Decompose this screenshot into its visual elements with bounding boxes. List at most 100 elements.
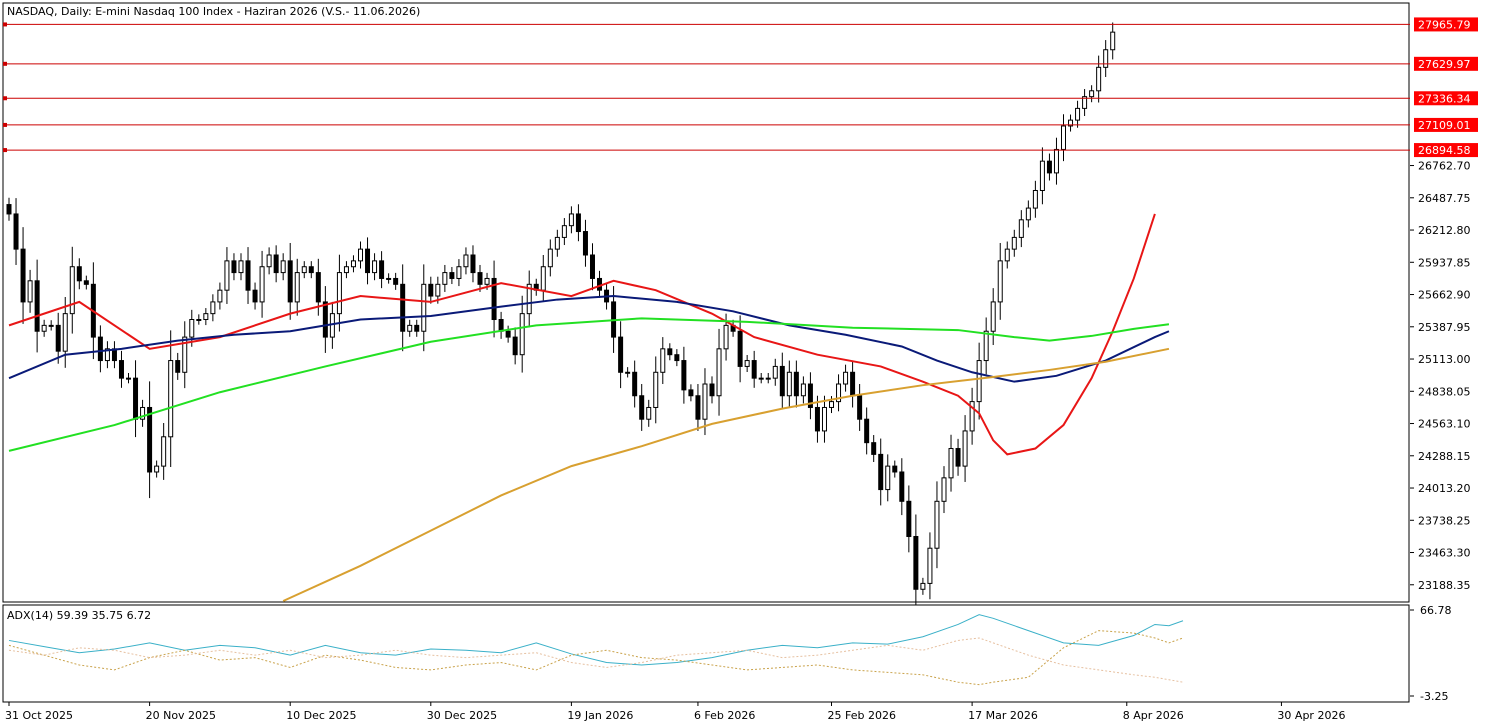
- candle-up: [976, 360, 982, 403]
- candle-down: [231, 260, 237, 274]
- candle-down: [793, 371, 799, 397]
- candle-down: [709, 383, 715, 397]
- candle-up: [843, 371, 849, 385]
- candle-up: [554, 236, 560, 250]
- candle-down: [83, 280, 89, 285]
- candle-down: [322, 301, 328, 338]
- candle-down: [632, 371, 638, 397]
- candle-up: [1011, 236, 1017, 250]
- time-tick-label: 6 Feb 2026: [694, 709, 755, 722]
- candle-up: [1025, 207, 1031, 221]
- candle-down: [871, 442, 877, 455]
- candle-up: [941, 477, 947, 502]
- candle-up: [547, 248, 553, 268]
- candle-up: [161, 436, 167, 467]
- adx-label: ADX(14) 59.39 35.75 6.72: [7, 609, 151, 622]
- candle-up: [41, 324, 47, 332]
- adx-tick-label: 66.78: [1420, 604, 1452, 617]
- level-label: 27629.97: [1418, 58, 1471, 71]
- candle-up: [997, 260, 1003, 303]
- candle-up: [934, 500, 940, 549]
- candle-down: [428, 283, 434, 297]
- candle-down: [76, 266, 82, 282]
- candle-down: [639, 395, 645, 420]
- candle-down: [118, 360, 124, 379]
- candle-down: [393, 277, 399, 285]
- price-tick-label: 25113.00: [1418, 353, 1471, 366]
- candle-up: [386, 277, 392, 280]
- candle-up: [189, 319, 195, 338]
- candle-down: [477, 272, 483, 285]
- candle-down: [273, 254, 279, 274]
- candle-up: [653, 371, 659, 408]
- candle-down: [589, 254, 595, 279]
- candle-up: [716, 348, 722, 397]
- candle-down: [133, 377, 139, 420]
- candle-up: [343, 266, 349, 274]
- candle-up: [561, 225, 567, 238]
- candle-down: [737, 330, 743, 367]
- level-marker: [3, 122, 7, 127]
- candle-up: [217, 289, 223, 303]
- nasdaq-chart[interactable]: 27965.79 27629.97 27336.34 27109.01 26894.58…: [0, 0, 1490, 727]
- candle-down: [147, 406, 153, 473]
- candle-down: [400, 283, 406, 332]
- candle-down: [449, 272, 455, 279]
- candle-up: [196, 319, 202, 322]
- candle-down: [906, 500, 912, 537]
- level-label: 26894.58: [1418, 144, 1471, 157]
- candle-up: [126, 377, 132, 380]
- candle-up: [758, 377, 764, 380]
- candle-down: [470, 254, 476, 274]
- candle-up: [540, 266, 546, 291]
- candle-up: [48, 324, 54, 327]
- candle-up: [421, 283, 427, 332]
- price-pane: 27965.79 27629.97 27336.34 27109.01 26894.58…: [2, 2, 1478, 612]
- candle-down: [667, 348, 673, 356]
- candle-down: [582, 231, 588, 256]
- candle-down: [414, 324, 420, 332]
- adx-tick-label: -3.25: [1420, 690, 1448, 703]
- price-tick-label: 24013.20: [1418, 482, 1471, 495]
- candle-up: [358, 248, 363, 262]
- candle-down: [688, 389, 694, 397]
- candle-down: [674, 354, 680, 362]
- candle-up: [238, 260, 244, 274]
- candle-down: [365, 248, 371, 274]
- level-marker: [3, 148, 7, 153]
- candle-down: [857, 395, 863, 420]
- candle-down: [6, 204, 12, 215]
- candle-up: [1032, 189, 1038, 209]
- time-tick-label: 30 Dec 2025: [427, 709, 497, 722]
- candle-up: [568, 213, 574, 227]
- candle-down: [814, 406, 820, 432]
- price-tick-label: 23463.30: [1418, 547, 1471, 560]
- candle-up: [1110, 31, 1116, 51]
- candle-down: [575, 213, 581, 233]
- candle-up: [765, 377, 771, 380]
- time-tick-label: 19 Jan 2026: [567, 709, 633, 722]
- candle-down: [13, 213, 19, 250]
- price-tick-label: 25937.85: [1418, 256, 1471, 269]
- candle-up: [1004, 248, 1010, 262]
- time-tick-label: 25 Feb 2026: [828, 709, 896, 722]
- time-tick-label: 31 Oct 2025: [5, 709, 73, 722]
- candle-up: [463, 254, 469, 268]
- candle-up: [772, 365, 778, 379]
- candle-down: [379, 260, 385, 279]
- candle-up: [744, 360, 750, 367]
- candle-up: [336, 272, 342, 315]
- candle-up: [983, 330, 989, 362]
- candle-down: [55, 324, 61, 352]
- candle-down: [913, 535, 919, 590]
- candle-up: [927, 547, 933, 584]
- candle-up: [800, 383, 806, 397]
- candle-up: [372, 260, 378, 274]
- price-tick-label: 25662.90: [1418, 289, 1471, 302]
- candle-up: [786, 371, 792, 397]
- level-marker: [3, 22, 7, 27]
- price-tick-label: 25387.95: [1418, 321, 1471, 334]
- candle-down: [505, 330, 511, 338]
- candle-up: [1053, 148, 1059, 174]
- time-tick-label: 10 Dec 2025: [286, 709, 356, 722]
